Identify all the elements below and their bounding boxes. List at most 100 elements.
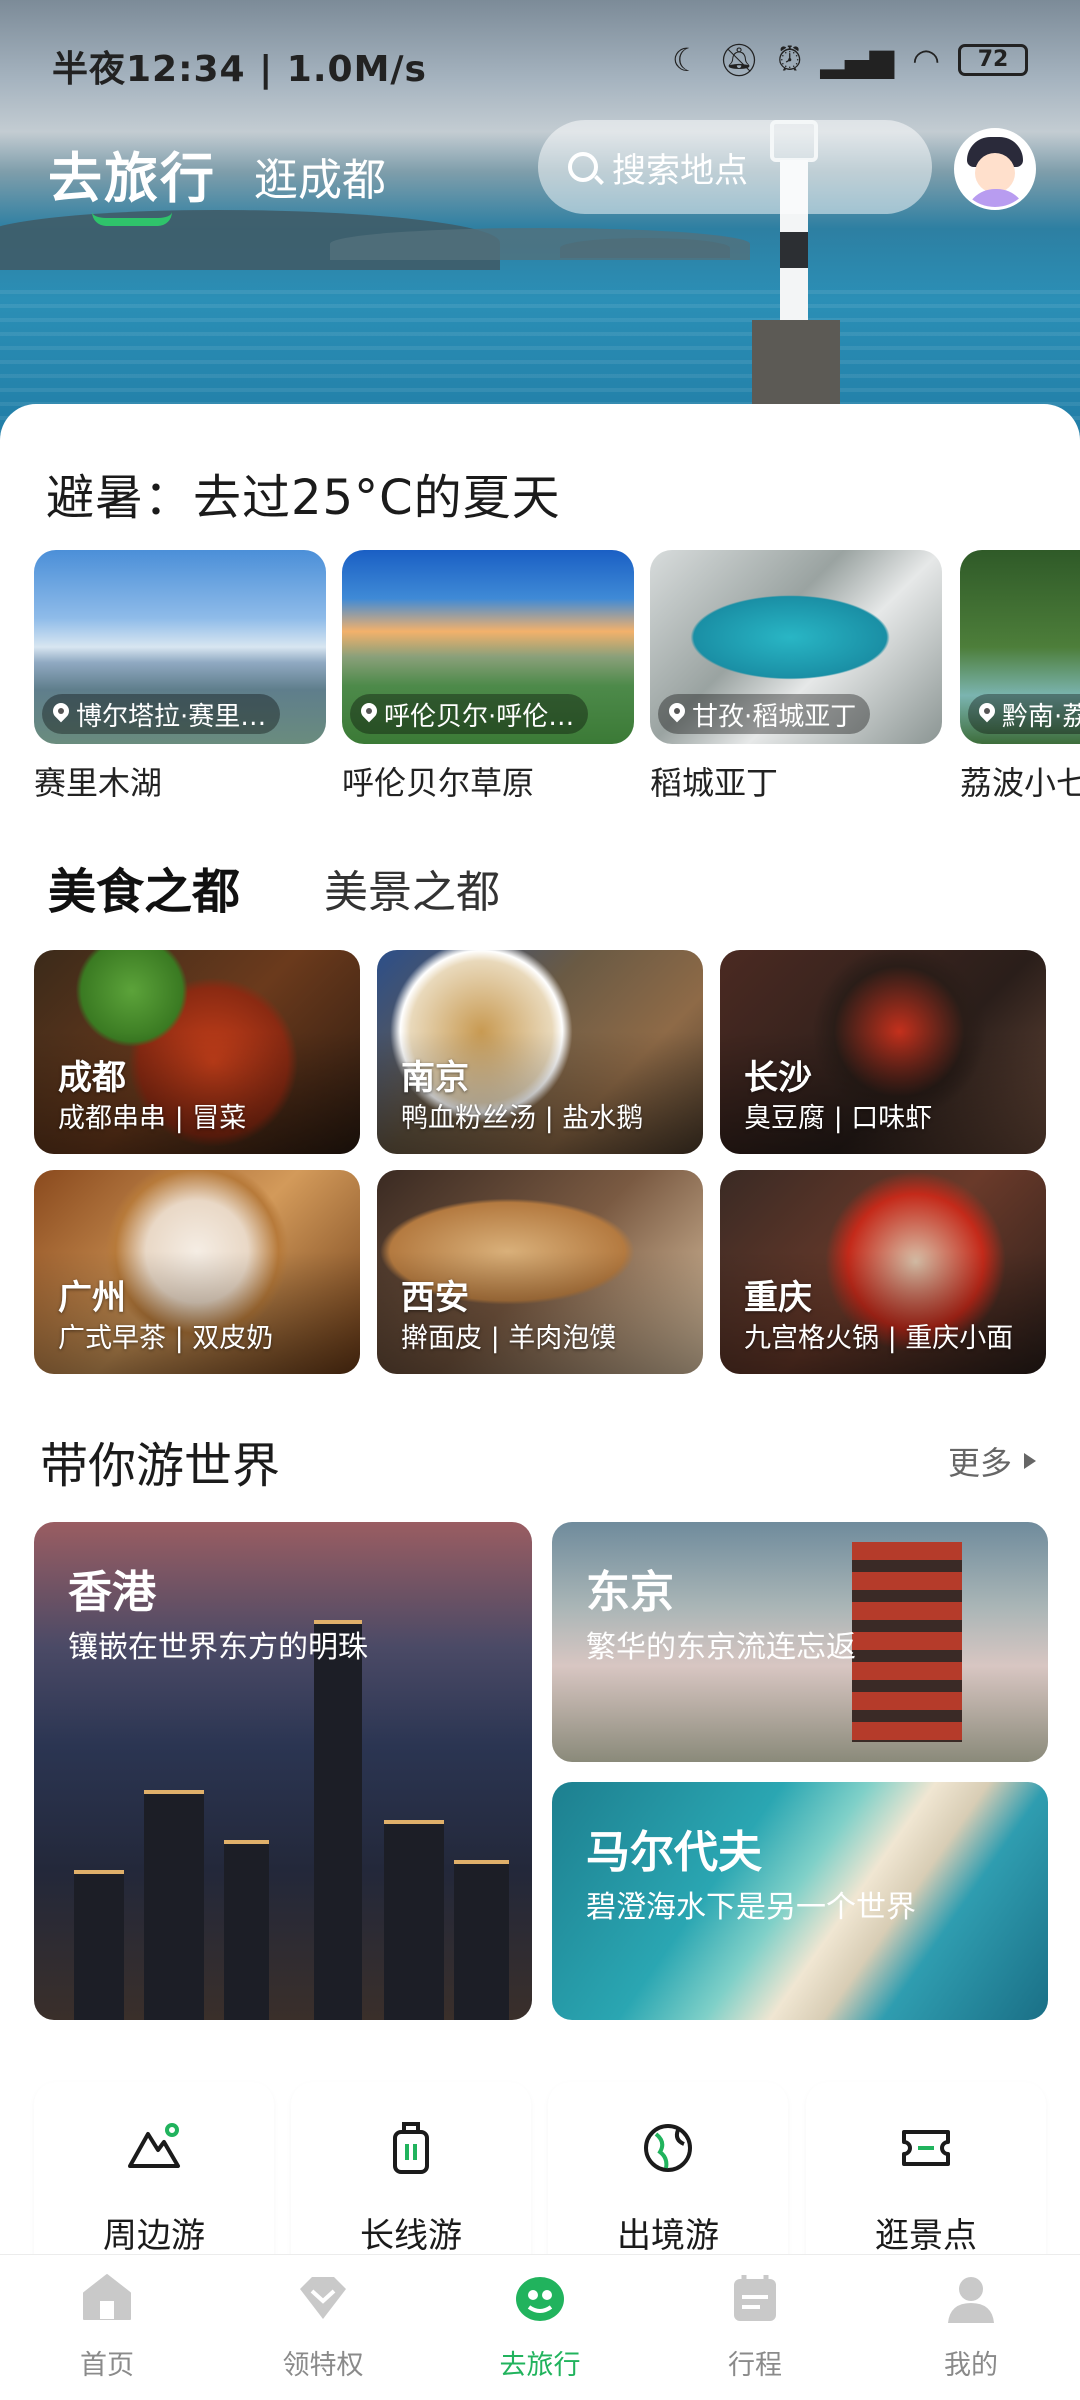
food-city-dishes: 臭豆腐 | 口味虾 xyxy=(744,1103,933,1134)
location-tag: 博尔塔拉·赛里… xyxy=(42,694,281,734)
search-icon xyxy=(568,152,598,182)
tab-food-city-label: 美食之都 xyxy=(48,864,241,920)
quick-label: 逛景点 xyxy=(875,2216,977,2256)
location-text: 黔南·荔 xyxy=(1002,701,1080,732)
world-card-hongkong[interactable]: 香港 镶嵌在世界东方的明珠 xyxy=(34,1522,532,2020)
location-text: 呼伦贝尔·呼伦… xyxy=(384,701,575,732)
more-label: 更多 xyxy=(947,1444,1012,1482)
destination-image: 呼伦贝尔·呼伦… xyxy=(342,550,634,744)
food-city-name: 西安 xyxy=(401,1278,469,1318)
search-input[interactable]: 搜索地点 xyxy=(538,120,932,214)
chevron-right-icon xyxy=(1024,1453,1036,1469)
food-city-dishes: 成都串串 | 冒菜 xyxy=(58,1103,247,1134)
food-city-card[interactable]: 重庆九宫格火锅 | 重庆小面 xyxy=(720,1170,1046,1374)
tab-travel-label: 去旅行 xyxy=(48,147,216,210)
travel-page: 半夜12:34 | 1.0M/s ☾ 🔕︎ ⏰︎ ▂▄▆ ◠ 72 去旅行 逛成… xyxy=(0,0,1080,2400)
ticket-icon xyxy=(902,2130,950,2166)
world-section-title: 带你游世界 xyxy=(40,1438,281,1494)
world-card-subtitle: 碧澄海水下是另一个世界 xyxy=(586,1890,916,1925)
tab-label: 领特权 xyxy=(282,2350,364,2381)
world-card-title: 东京 xyxy=(586,1567,674,1618)
tab-privileges[interactable]: 领特权 xyxy=(248,2269,398,2382)
diamond-icon xyxy=(300,2277,346,2319)
moon-icon: ☾ xyxy=(671,40,701,79)
food-city-card[interactable]: 成都成都串串 | 冒菜 xyxy=(34,950,360,1154)
avatar[interactable] xyxy=(954,128,1036,210)
world-card-subtitle: 繁华的东京流连忘返 xyxy=(586,1630,856,1665)
tab-active-indicator xyxy=(92,212,172,226)
food-city-name: 成都 xyxy=(58,1058,126,1098)
tab-food-city[interactable]: 美食之都 xyxy=(40,852,262,922)
quick-abroad-button[interactable]: 出境游 xyxy=(548,2082,788,2282)
location-tag: 甘孜·稻城亚丁 xyxy=(658,694,871,734)
status-time: 半夜12:34 | 1.0M/s xyxy=(52,49,427,90)
quick-label: 周边游 xyxy=(103,2216,205,2256)
tab-label: 首页 xyxy=(80,2350,134,2381)
alarm-icon: ⏰︎ xyxy=(777,40,803,78)
tab-travel-nav[interactable]: 去旅行 xyxy=(465,2269,615,2382)
status-icons: ☾ 🔕︎ ⏰︎ ▂▄▆ ◠ 72 xyxy=(672,40,1028,79)
mountain-icon xyxy=(128,2123,180,2168)
bottom-tab-bar: 首页 领特权 去旅行 行程 我的 xyxy=(0,2254,1080,2400)
tab-itinerary[interactable]: 行程 xyxy=(680,2269,830,2382)
destination-card[interactable]: 甘孜·稻城亚丁 稻城亚丁 xyxy=(650,550,942,800)
tab-explore-city[interactable]: 逛成都 xyxy=(254,144,386,208)
destination-name: 荔波小七 xyxy=(960,764,1080,800)
more-link[interactable]: 更多 xyxy=(948,1438,1036,1484)
hero-hill xyxy=(560,238,730,258)
location-pin-icon xyxy=(978,702,996,726)
world-card-tokyo[interactable]: 东京 繁华的东京流连忘返 xyxy=(552,1522,1048,1762)
food-city-card[interactable]: 广州广式早茶 | 双皮奶 xyxy=(34,1170,360,1374)
food-city-name: 长沙 xyxy=(744,1058,812,1098)
destination-name: 赛里木湖 xyxy=(34,764,163,800)
globe-icon xyxy=(644,2124,692,2172)
world-card-title: 香港 xyxy=(68,1567,156,1618)
food-city-dishes: 九宫格火锅 | 重庆小面 xyxy=(744,1323,1014,1354)
quick-attractions-button[interactable]: 逛景点 xyxy=(806,2082,1046,2282)
food-city-dishes: 鸭血粉丝汤 | 盐水鹅 xyxy=(401,1103,644,1134)
destination-image: 甘孜·稻城亚丁 xyxy=(650,550,942,744)
luggage-icon xyxy=(393,2122,429,2174)
tab-profile[interactable]: 我的 xyxy=(896,2269,1046,2382)
location-text: 甘孜·稻城亚丁 xyxy=(692,701,857,732)
travel-icon xyxy=(516,2277,564,2321)
tab-label: 去旅行 xyxy=(499,2350,581,2381)
home-icon xyxy=(83,2274,131,2320)
food-city-card[interactable]: 南京鸭血粉丝汤 | 盐水鹅 xyxy=(377,950,703,1154)
top-nav: 去旅行 逛成都 搜索地点 xyxy=(0,120,1080,230)
food-city-name: 广州 xyxy=(58,1278,126,1318)
destination-image: 博尔塔拉·赛里… xyxy=(34,550,326,744)
destination-name: 呼伦贝尔草原 xyxy=(342,764,535,800)
food-city-name: 南京 xyxy=(401,1058,469,1098)
destination-card[interactable]: 呼伦贝尔·呼伦… 呼伦贝尔草原 xyxy=(342,550,634,800)
location-text: 博尔塔拉·赛里… xyxy=(76,701,267,732)
signal-icon: ▂▄▆ xyxy=(820,40,895,79)
quick-longtrip-button[interactable]: 长线游 xyxy=(291,2082,531,2282)
tab-home[interactable]: 首页 xyxy=(32,2269,182,2382)
tab-label: 行程 xyxy=(728,2350,782,2381)
location-tag: 黔南·荔 xyxy=(968,694,1080,734)
quick-nearby-button[interactable]: 周边游 xyxy=(34,2082,274,2282)
location-pin-icon xyxy=(360,702,378,726)
location-tag: 呼伦贝尔·呼伦… xyxy=(350,694,589,734)
destination-card[interactable]: 博尔塔拉·赛里… 赛里木湖 xyxy=(34,550,326,800)
destination-name: 稻城亚丁 xyxy=(650,764,779,800)
tab-travel[interactable]: 去旅行 xyxy=(48,134,216,226)
food-city-dishes: 广式早茶 | 双皮奶 xyxy=(58,1323,274,1354)
food-city-card[interactable]: 西安 擀面皮 | 羊肉泡馍 xyxy=(377,1170,703,1374)
destination-card[interactable]: 黔南·荔 荔波小七 xyxy=(960,550,1080,800)
world-card-subtitle: 镶嵌在世界东方的明珠 xyxy=(68,1630,368,1665)
tab-scenery-city[interactable]: 美景之都 xyxy=(324,856,500,920)
world-card-maldives[interactable]: 马尔代夫 碧澄海水下是另一个世界 xyxy=(552,1782,1048,2020)
wifi-icon: ◠ xyxy=(912,40,940,79)
search-placeholder: 搜索地点 xyxy=(612,150,748,191)
summer-destinations[interactable]: 博尔塔拉·赛里… 赛里木湖 呼伦贝尔·呼伦… 呼伦贝尔草原 甘孜·稻城亚丁 稻城… xyxy=(34,550,1080,800)
location-pin-icon xyxy=(52,702,70,726)
food-city-card[interactable]: 长沙臭豆腐 | 口味虾 xyxy=(720,950,1046,1154)
food-city-grid: 成都成都串串 | 冒菜 南京鸭血粉丝汤 | 盐水鹅 长沙臭豆腐 | 口味虾 广州… xyxy=(34,950,1046,1374)
profile-icon xyxy=(948,2277,994,2323)
food-city-name: 重庆 xyxy=(744,1278,812,1318)
mute-icon: 🔕︎ xyxy=(718,40,760,79)
world-card-title: 马尔代夫 xyxy=(586,1827,762,1878)
destination-image: 黔南·荔 xyxy=(960,550,1080,744)
